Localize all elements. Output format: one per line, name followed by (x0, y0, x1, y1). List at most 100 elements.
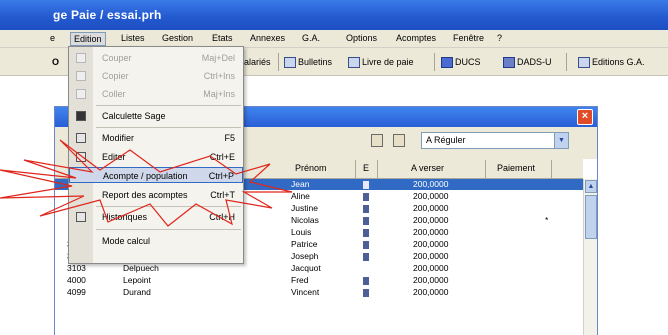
menu-item-calculette[interactable]: Calculette Sage (69, 108, 243, 124)
cell-montant: 200,0000 (413, 275, 449, 285)
cell-montant: 200,0000 (413, 179, 449, 189)
filter-select[interactable]: A Réguler ▼ (421, 132, 569, 149)
app-title-bar: ge Paie / essai.prh (0, 0, 668, 30)
menu-acomptes[interactable]: Acomptes (396, 33, 436, 43)
editions-ga-icon (578, 57, 590, 69)
menu-item-shortcut: Ctrl+T (210, 190, 235, 200)
toolbar-editions-ga-button[interactable]: Editions G.A. (578, 54, 645, 70)
close-icon[interactable]: × (577, 109, 593, 125)
menu-edition[interactable]: Edition (70, 32, 106, 46)
ducs-icon (441, 57, 453, 69)
menu-item-coller[interactable]: Coller Maj+Ins (69, 86, 243, 102)
menu-item-shortcut: Ctrl+Ins (203, 71, 235, 81)
menu-options[interactable]: Options (346, 33, 377, 43)
menu-item-shortcut: Ctrl+P (208, 171, 234, 181)
table-row[interactable]: 4000 Lepoint Fred 200,0000 (55, 275, 583, 286)
flag-icon (363, 287, 369, 298)
cell-montant: 200,0000 (413, 263, 449, 273)
menu-item-modifier[interactable]: Modifier F5 (69, 130, 243, 146)
menu-item-report-acomptes[interactable]: Report des acomptes Ctrl+T (69, 187, 243, 203)
toolbar-editions-ga-label: Editions G.A. (592, 57, 645, 67)
cell-montant: 200,0000 (413, 227, 449, 237)
history-icon (76, 212, 86, 222)
menu-annexes[interactable]: Annexes (250, 33, 285, 43)
document-icon[interactable] (393, 134, 405, 147)
edit-icon (76, 133, 86, 143)
menu-item-acompte-population[interactable]: Acompte / population Ctrl+P (69, 167, 243, 183)
flag-icon (363, 239, 369, 250)
menu-fichier[interactable]: e (50, 33, 55, 43)
cell-montant: 200,0000 (413, 203, 449, 213)
menu-item-shortcut: Maj+Del (201, 53, 235, 63)
flag-icon (363, 179, 369, 190)
flag-icon (363, 251, 369, 262)
menu-item-label: Couper (102, 53, 132, 63)
cell-nom: Delpuech (123, 263, 159, 273)
toolbar-dadsu-button[interactable]: DADS-U (503, 54, 552, 70)
scroll-thumb[interactable] (585, 195, 597, 239)
cell-paiement: * (545, 215, 549, 225)
toolbar-bulletins-label: Bulletins (298, 57, 333, 67)
clipboard-icon[interactable] (371, 134, 383, 147)
edition-menu: Couper Maj+Del Copier Ctrl+Ins Coller Ma… (68, 46, 244, 264)
column-header-e[interactable]: E (363, 163, 369, 173)
scissors-icon (76, 53, 86, 63)
menu-etats[interactable]: Etats (212, 33, 233, 43)
column-separator (355, 160, 356, 178)
menu-gestion[interactable]: Gestion (162, 33, 193, 43)
livre-de-paie-icon (348, 57, 360, 69)
menu-item-label: Report des acomptes (102, 190, 188, 200)
app-title: ge Paie / essai.prh (53, 8, 162, 22)
cell-montant: 200,0000 (413, 251, 449, 261)
column-header-a-verser[interactable]: A verser (411, 163, 444, 173)
cell-prenom: Patrice (291, 239, 318, 249)
chevron-down-icon[interactable]: ▼ (554, 133, 568, 148)
cell-montant: 200,0000 (413, 191, 449, 201)
paste-icon (76, 89, 86, 99)
toolbar-left-fragment[interactable]: O (52, 54, 59, 70)
menu-item-couper[interactable]: Couper Maj+Del (69, 50, 243, 66)
menu-item-historiques[interactable]: Historiques Ctrl+H (69, 209, 243, 225)
menu-item-label: Historiques (102, 212, 148, 222)
toolbar-livre-label: Livre de paie (362, 57, 414, 67)
column-separator (377, 160, 378, 178)
copy-icon (76, 71, 86, 81)
cell-code: 4000 (67, 275, 86, 285)
cell-prenom: Jean (291, 179, 310, 189)
toolbar-ducs-button[interactable]: DUCS (441, 54, 481, 70)
toolbar-livre-button[interactable]: Livre de paie (348, 54, 414, 70)
table-row[interactable]: 4099 Durand Vincent 200,0000 (55, 287, 583, 298)
toolbar-salaries-label: alariés (244, 57, 271, 67)
menu-ga[interactable]: G.A. (302, 33, 320, 43)
menu-separator (96, 229, 241, 230)
menu-item-shortcut: Maj+Ins (203, 89, 235, 99)
menu-item-label: Editer (102, 152, 126, 162)
menu-fenetre[interactable]: Fenêtre (453, 33, 484, 43)
column-header-prenom[interactable]: Prénom (295, 163, 327, 173)
vertical-scrollbar[interactable]: ▲ (583, 179, 597, 335)
cell-nom: Lepoint (123, 275, 151, 285)
cell-nom: Durand (123, 287, 151, 297)
menu-item-editer[interactable]: Editer Ctrl+E (69, 149, 243, 165)
cell-prenom: Justine (291, 203, 318, 213)
cell-prenom: Aline (291, 191, 310, 201)
toolbar-separator (434, 53, 435, 71)
flag-icon (363, 215, 369, 226)
menu-item-mode-calcul[interactable]: Mode calcul (69, 233, 243, 249)
cell-prenom: Joseph (291, 251, 319, 261)
table-row[interactable]: 3103 Delpuech Jacquot 200,0000 (55, 263, 583, 274)
cell-prenom: Louis (291, 227, 312, 237)
bulletins-icon (284, 57, 296, 69)
scroll-up-icon[interactable]: ▲ (585, 180, 597, 193)
menu-item-label: Calculette Sage (102, 111, 166, 121)
dadsu-icon (503, 57, 515, 69)
column-header-paiement[interactable]: Paiement (497, 163, 535, 173)
menu-listes[interactable]: Listes (121, 33, 145, 43)
toolbar-bulletins-button[interactable]: Bulletins (284, 54, 332, 70)
menu-separator (96, 206, 241, 207)
menu-item-copier[interactable]: Copier Ctrl+Ins (69, 68, 243, 84)
flag-icon (363, 227, 369, 238)
toolbar-salaries-button[interactable]: alariés (244, 54, 271, 70)
menu-help[interactable]: ? (497, 33, 502, 43)
menu-separator (96, 127, 241, 128)
